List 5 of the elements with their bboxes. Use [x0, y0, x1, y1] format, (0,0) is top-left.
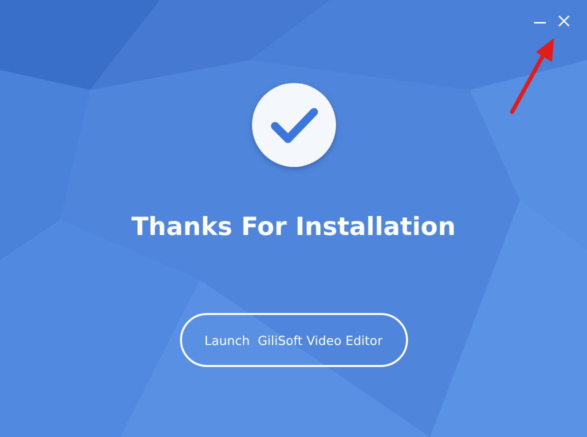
launch-button[interactable]: Launch GiliSoft Video Editor [180, 313, 408, 367]
minimize-icon [534, 22, 546, 24]
close-icon [557, 14, 571, 28]
checkmark-icon [250, 82, 336, 168]
thanks-heading: Thanks For Installation [131, 212, 456, 241]
